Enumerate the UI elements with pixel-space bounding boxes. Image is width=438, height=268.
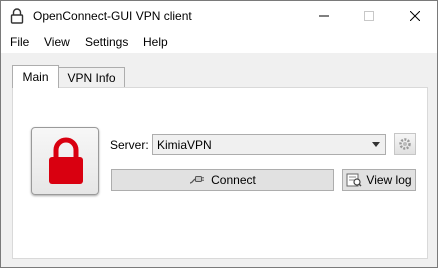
view-log-button-label: View log bbox=[366, 173, 412, 187]
menu-view[interactable]: View bbox=[44, 35, 70, 49]
tab-vpn-info-label: VPN Info bbox=[67, 71, 116, 85]
server-select[interactable]: KimiaVPN bbox=[152, 134, 386, 155]
maximize-button[interactable] bbox=[346, 1, 391, 31]
gear-icon bbox=[399, 138, 411, 150]
server-label: Server: bbox=[110, 138, 149, 152]
status-lock-button[interactable] bbox=[31, 127, 99, 195]
close-button[interactable] bbox=[392, 1, 437, 31]
chevron-down-icon bbox=[372, 142, 380, 147]
minimize-icon bbox=[318, 15, 329, 17]
menu-file[interactable]: File bbox=[10, 35, 29, 49]
server-settings-button[interactable] bbox=[394, 133, 416, 155]
view-log-button[interactable]: View log bbox=[342, 169, 416, 191]
connect-button[interactable]: Connect bbox=[111, 169, 334, 191]
tab-main-label: Main bbox=[22, 70, 49, 84]
app-window: OpenConnect-GUI VPN client File View Set… bbox=[0, 0, 438, 268]
main-tab-panel: Server: KimiaVPN Connect View log bbox=[12, 87, 428, 259]
tab-main[interactable]: Main bbox=[12, 65, 59, 88]
plug-icon bbox=[190, 176, 205, 184]
menu-bar: File View Settings Help bbox=[1, 31, 437, 53]
lock-outline-icon bbox=[10, 8, 24, 24]
minimize-button[interactable] bbox=[301, 1, 346, 31]
connect-button-label: Connect bbox=[211, 173, 256, 187]
menu-settings[interactable]: Settings bbox=[85, 35, 128, 49]
maximize-icon bbox=[363, 11, 374, 21]
tab-widget: VPN Info Main Server: KimiaVPN Connect V… bbox=[1, 53, 437, 267]
menu-help[interactable]: Help bbox=[143, 35, 168, 49]
log-icon bbox=[346, 173, 362, 187]
close-icon bbox=[409, 11, 420, 21]
window-title: OpenConnect-GUI VPN client bbox=[33, 9, 192, 23]
red-lock-icon bbox=[49, 137, 83, 184]
title-bar: OpenConnect-GUI VPN client bbox=[1, 1, 437, 31]
tab-vpn-info[interactable]: VPN Info bbox=[58, 67, 125, 88]
server-select-value: KimiaVPN bbox=[157, 138, 212, 152]
